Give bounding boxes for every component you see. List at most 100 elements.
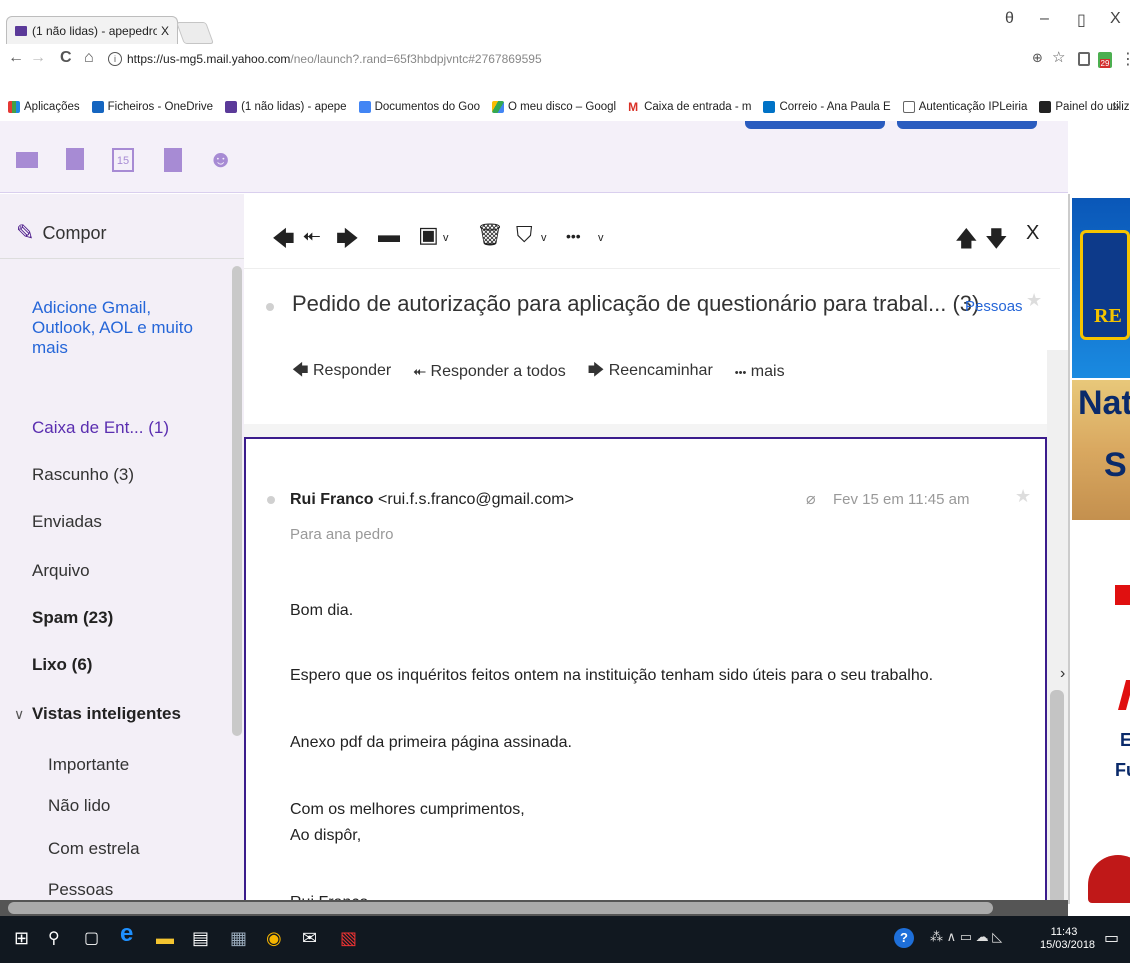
gmail-icon: M [628,100,641,114]
forward-button[interactable]: → [30,49,46,67]
delete-icon[interactable]: 🗑 [476,222,504,248]
windows-start-icon[interactable]: ⊞ [14,928,29,949]
browser-tab-strip: (1 não lidas) - apepedro X θ – ▯ X [0,0,1130,46]
spam-shield-icon[interactable]: ⛉ [516,222,533,248]
more-icon[interactable]: ••• [566,228,581,244]
spam-caret-icon[interactable]: v [541,232,547,244]
notepad-app-icon[interactable] [164,148,182,172]
move-icon[interactable]: ▣ [418,222,439,248]
chevron-right-icon[interactable]: › [1060,665,1065,683]
search-icon[interactable]: ⚲ [48,928,60,948]
pdf-icon[interactable]: ▧ [340,928,357,949]
sidebar-item-inbox[interactable]: Caixa de Ent... (1) [32,418,169,438]
sidebar-item-trash[interactable]: Lixo (6) [32,655,92,675]
sidebar-item-people[interactable]: Pessoas [48,880,113,900]
bookmark-google-drive[interactable]: O meu disco – Googl [492,101,616,113]
minimize-button[interactable]: – [1040,10,1049,28]
thread-gap [244,424,1050,438]
apps-grid-icon [8,101,20,113]
sidebar-item-archive[interactable]: Arquivo [32,561,90,581]
bookmark-star-icon[interactable]: ☆ [1052,48,1065,66]
restore-button[interactable]: ▯ [1077,10,1086,30]
reload-button[interactable]: C [60,49,72,67]
sidebar-scrollbar[interactable] [232,266,242,736]
close-window-button[interactable]: X [1110,10,1121,28]
sidebar-item-starred[interactable]: Com estrela [48,839,140,859]
more-icon: ••• [734,367,747,379]
tray-icons[interactable]: ⁂ ∧ ▭ ☁ ◺ [930,930,1002,943]
mail-icon [225,101,238,113]
header-button-fragment [897,121,1037,129]
url-field[interactable]: i https://us-mg5.mail.yahoo.com /neo/lau… [108,48,1068,70]
next-message-icon[interactable]: 🡇 [985,222,1008,260]
store-icon[interactable]: ▤ [192,928,209,949]
move-caret-icon[interactable]: v [443,232,449,244]
bookmark-google-docs[interactable]: Documentos do Goo [358,101,480,113]
zoom-icon[interactable]: ⊕ [1032,50,1043,66]
reply-button[interactable]: 🡄 Responder [292,359,391,386]
new-tab-button[interactable] [175,22,215,44]
help-icon[interactable]: ? [894,928,914,948]
notepad-icon[interactable]: ▦ [230,928,247,949]
extension-badge-icon[interactable]: 29 [1098,52,1112,68]
task-view-icon[interactable]: ▢ [84,928,99,948]
horizontal-scrollbar-thumb[interactable] [8,902,993,914]
tab-close-icon[interactable]: X [161,24,169,38]
more-caret-icon[interactable]: v [598,232,604,244]
bookmark-outlook[interactable]: Correio - Ana Paula E [763,101,891,113]
forward-icon[interactable]: 🡆 [336,222,359,260]
sidebar-item-sent[interactable]: Enviadas [32,512,102,532]
bookmarks-overflow-icon[interactable]: » [1112,98,1120,114]
chevron-down-icon[interactable]: ∨ [14,706,24,723]
attachment-icon[interactable]: ⌀ [806,489,816,509]
message-sender[interactable]: Rui Franco <rui.f.s.franco@gmail.com> [290,491,574,509]
bookmark-yahoo-mail[interactable]: (1 não lidas) - apepe [225,101,347,113]
more-button[interactable]: ••• mais [735,363,785,381]
edge-icon[interactable]: e [120,920,133,948]
info-icon[interactable]: i [108,52,122,66]
mail-app-icon[interactable] [16,152,38,168]
clock-date: 15/03/2018 [1040,939,1096,951]
file-explorer-icon[interactable]: ▬ [156,928,174,949]
sidebar-smart-views-header[interactable]: Vistas inteligentes [32,704,181,724]
extension-icon[interactable] [1078,52,1090,66]
message-star-icon[interactable]: ★ [1015,486,1031,507]
add-accounts-link[interactable]: Adicione Gmail, Outlook, AOL e muito mai… [32,298,212,358]
account-icon[interactable]: θ [1005,10,1014,28]
mail-icon[interactable]: ✉ [302,928,317,949]
ad-text: Ec [1120,730,1130,750]
chrome-menu-icon[interactable]: ⋮ [1120,49,1130,69]
ad-logo-text: RE [1094,305,1122,327]
bookmark-apps[interactable]: Aplicações [8,101,80,113]
previous-message-icon[interactable]: 🡅 [955,222,978,260]
thread-star-icon[interactable]: ★ [1026,290,1042,311]
bookmark-onedrive[interactable]: Ficheiros - OneDrive [91,101,213,113]
bookmark-ipleiria[interactable]: Autenticação IPLeiria [902,101,1027,113]
clock[interactable]: 11:43 15/03/2018 [1040,926,1096,952]
message-scrollbar-thumb[interactable] [1050,690,1064,905]
people-link[interactable]: Pessoas [965,298,1023,315]
forward-button[interactable]: 🡆 Reencaminhar [588,359,713,386]
compose-button[interactable]: ✎ Compor [16,220,106,246]
reply-icon[interactable]: 🡄 [272,222,295,260]
messenger-app-icon[interactable]: ☻ [208,146,233,174]
close-message-icon[interactable]: X [1026,222,1039,245]
reply-all-button[interactable]: ⯬ Responder a todos [413,363,565,381]
sidebar-item-spam[interactable]: Spam (23) [32,608,113,628]
home-button[interactable]: ⌂ [84,49,94,67]
bookmark-gmail[interactable]: M Caixa de entrada - m [628,101,751,113]
browser-tab[interactable]: (1 não lidas) - apepedro X [6,16,178,44]
app-header [0,121,1068,193]
sidebar-item-unread[interactable]: Não lido [48,796,110,816]
reply-all-icon[interactable]: ⯬ [303,222,321,248]
ad-text: Ful [1115,760,1130,780]
chrome-icon[interactable]: ◉ [266,928,282,949]
sidebar-item-drafts[interactable]: Rascunho (3) [32,465,134,485]
ad-accent [1115,585,1130,605]
calendar-app-icon[interactable]: 15 [112,148,134,172]
notifications-icon[interactable]: ▭ [1104,928,1119,948]
back-button[interactable]: ← [8,49,24,67]
sidebar-item-important[interactable]: Importante [48,755,129,775]
archive-icon[interactable]: ▬ [378,222,400,248]
contacts-app-icon[interactable] [66,148,84,170]
